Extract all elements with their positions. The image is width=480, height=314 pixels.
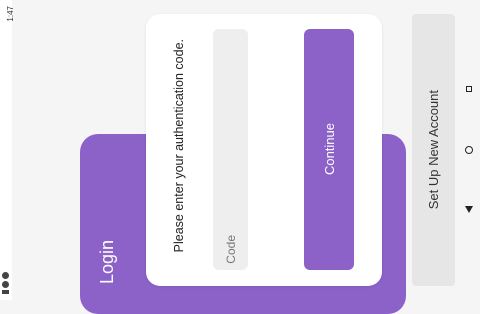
- auth-prompt-text: Please enter your authentication code.: [172, 39, 186, 253]
- notification-icon: [2, 272, 9, 279]
- recents-icon[interactable]: [464, 84, 474, 94]
- sync-icon: [2, 281, 9, 288]
- continue-label: Continue: [321, 123, 337, 176]
- login-title: Login: [92, 236, 122, 288]
- status-time: 1:47: [6, 6, 15, 22]
- status-icons: [2, 272, 9, 294]
- setup-new-account-button[interactable]: Set Up New Account: [412, 14, 455, 286]
- login-title-text: Login: [96, 239, 117, 285]
- code-placeholder: Code: [213, 235, 248, 264]
- code-placeholder-text: Code: [223, 235, 238, 264]
- setup-button-label: Set Up New Account: [426, 90, 441, 210]
- home-icon[interactable]: [464, 145, 474, 155]
- signal-icon: [2, 290, 9, 294]
- back-icon[interactable]: [464, 205, 474, 215]
- auth-prompt: Please enter your authentication code.: [170, 30, 188, 262]
- navigation-bar: [458, 0, 480, 300]
- code-input[interactable]: Code: [213, 29, 248, 270]
- status-bar: 1:47: [0, 0, 15, 300]
- continue-button[interactable]: Continue: [304, 29, 354, 270]
